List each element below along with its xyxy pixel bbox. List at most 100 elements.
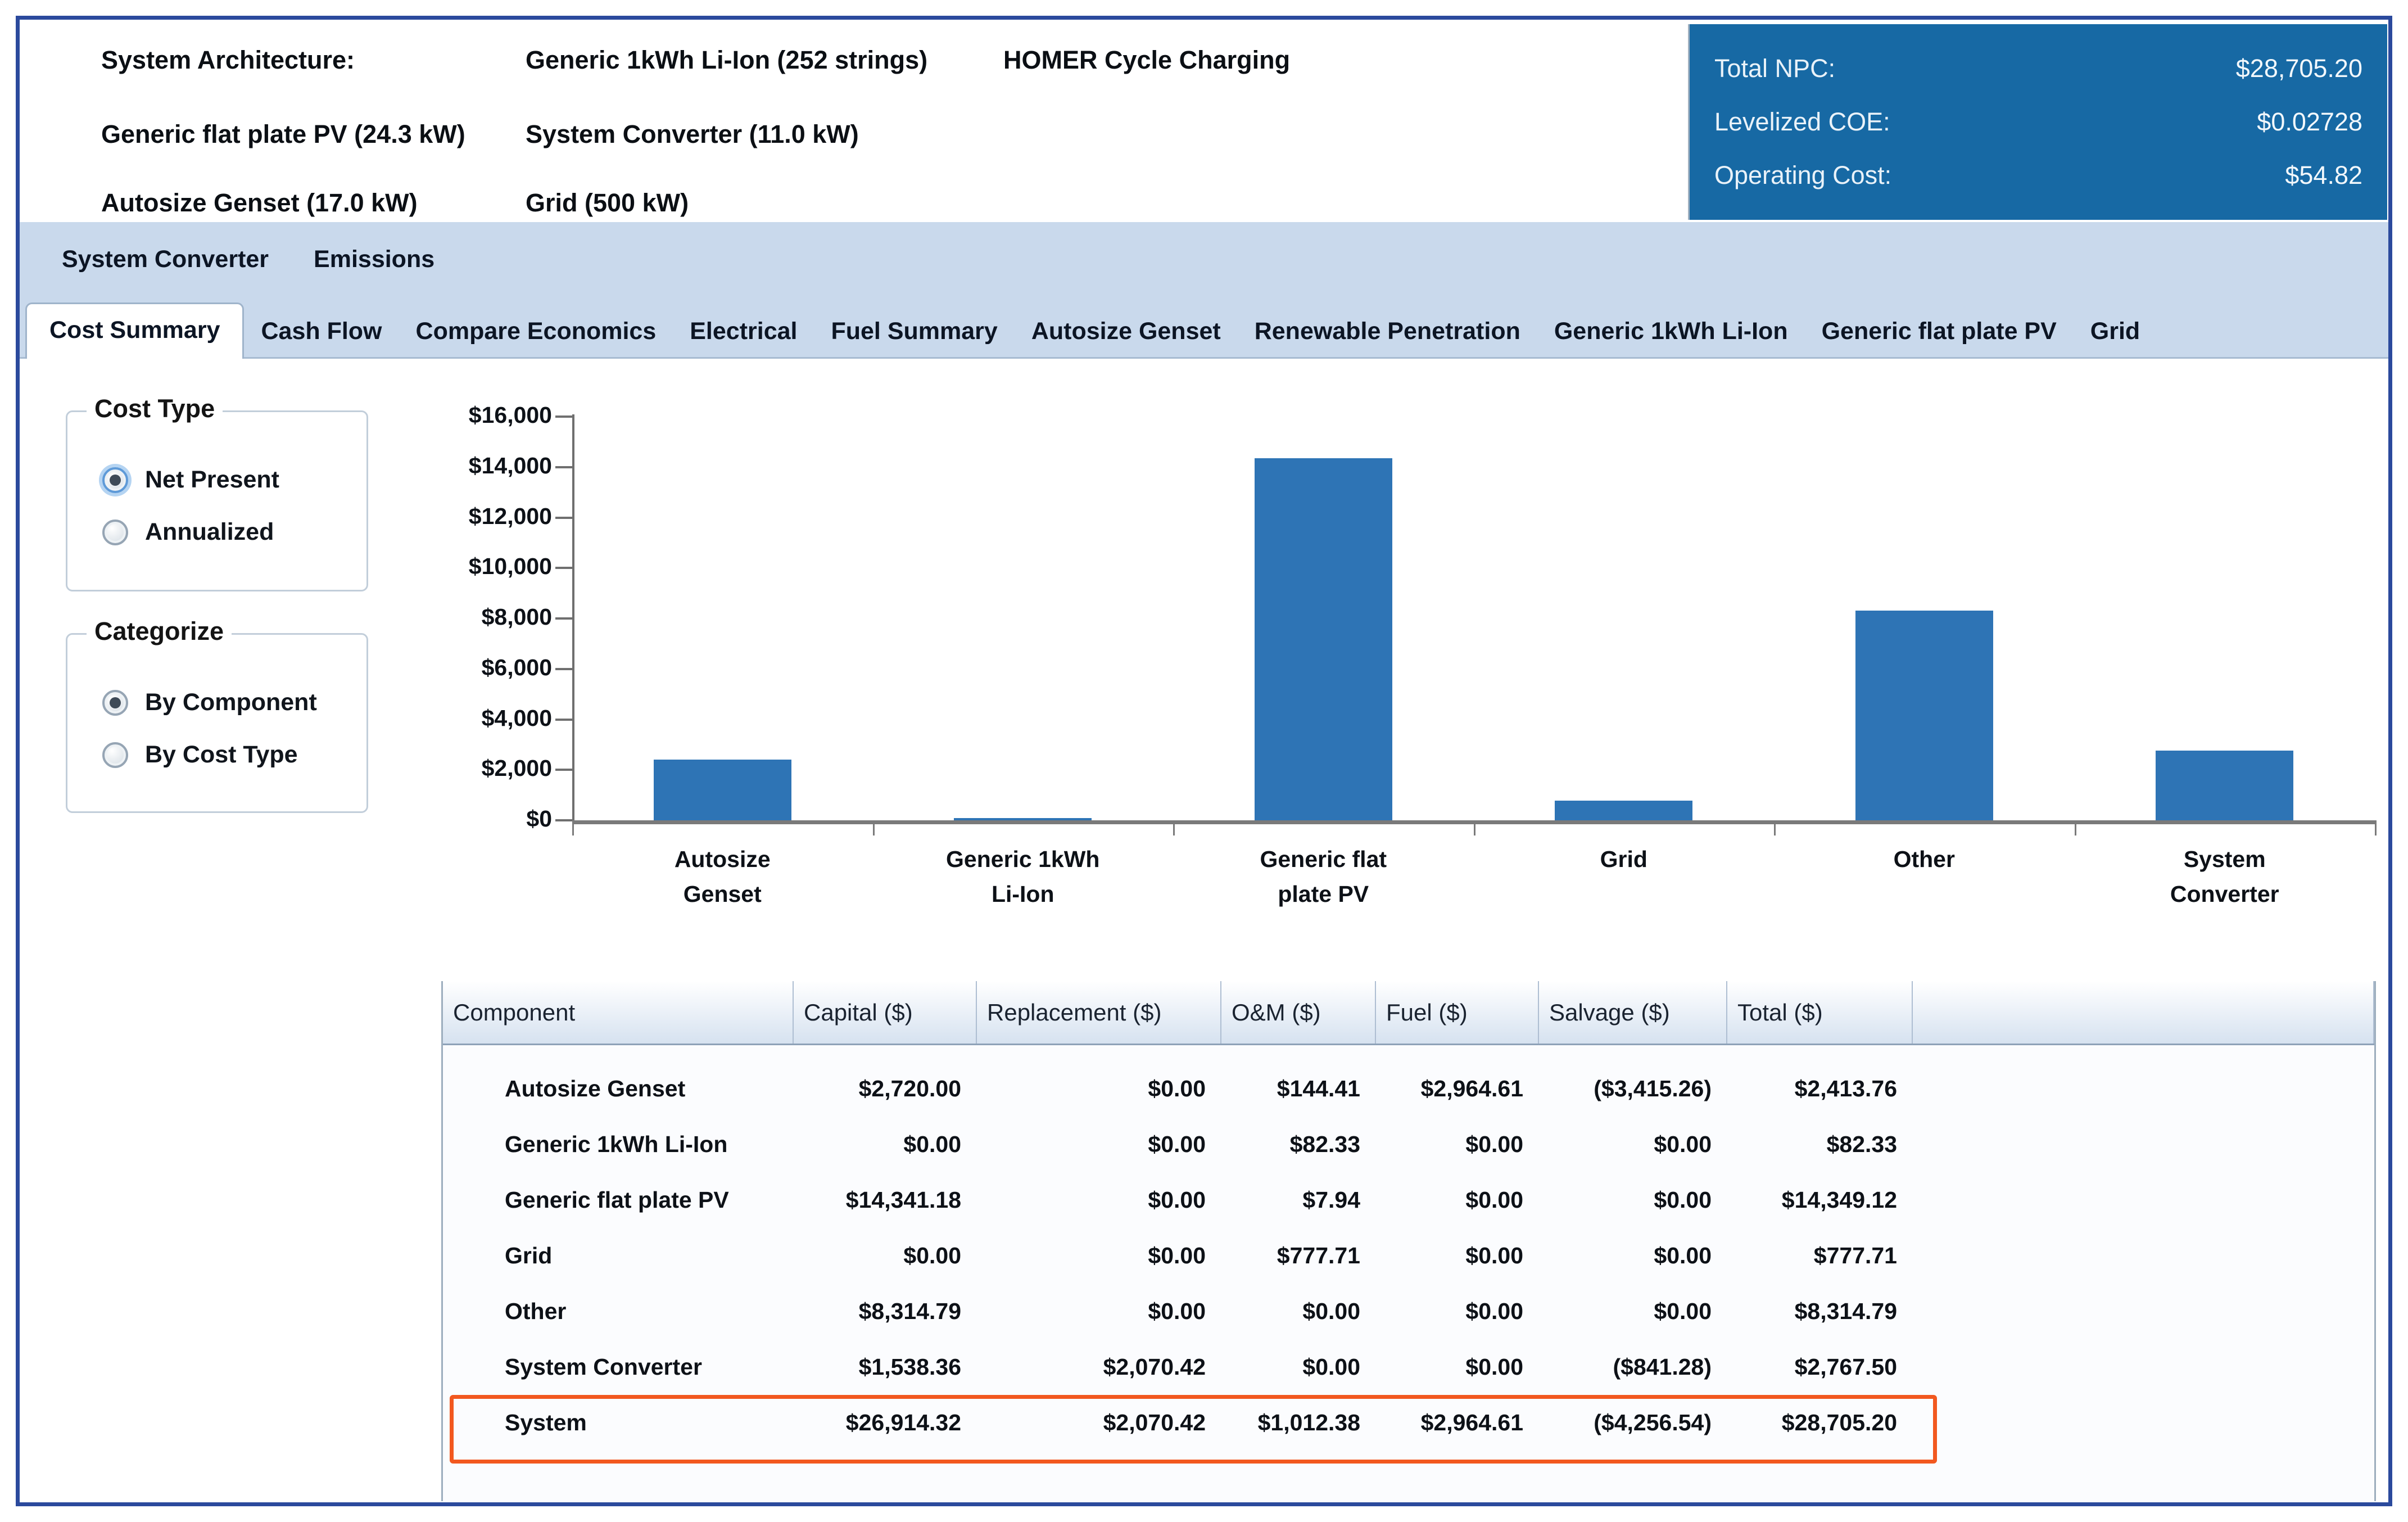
tab-cash-flow[interactable]: Cash Flow xyxy=(244,318,399,359)
table-row-grid[interactable]: Grid$0.00$0.00$777.71$0.00$0.00$777.71 xyxy=(443,1228,2374,1284)
cell-o-m: $777.71 xyxy=(1221,1228,1360,1284)
y-tick-mark xyxy=(555,415,572,418)
net-present-label: Net Present xyxy=(145,466,279,494)
tab-row-1: System Converter Emissions xyxy=(62,246,434,273)
column-header-capital[interactable]: Capital ($) xyxy=(794,981,977,1044)
table-row-other[interactable]: Other$8,314.79$0.00$0.00$0.00$0.00$8,314… xyxy=(443,1284,2374,1339)
component-name: System Converter xyxy=(443,1339,702,1395)
cell-replacement: $0.00 xyxy=(977,1228,1206,1284)
tab-generic-flat-plate-pv[interactable]: Generic flat plate PV xyxy=(1805,318,2074,359)
cell-total: $2,767.50 xyxy=(1727,1339,1897,1395)
column-header-salvage[interactable]: Salvage ($) xyxy=(1539,981,1727,1044)
option-annualized[interactable]: Annualized xyxy=(102,518,279,546)
x-category-label-generic-1kwh-li-ion: Generic 1kWhLi-Ion xyxy=(873,842,1174,911)
tab-system-converter[interactable]: System Converter xyxy=(62,246,269,273)
by-cost-type-radio[interactable] xyxy=(102,742,128,768)
y-tick-mark xyxy=(555,719,572,721)
cell-fuel: $0.00 xyxy=(1376,1339,1523,1395)
y-axis-line xyxy=(572,414,574,823)
architecture-dispatch: HOMER Cycle Charging xyxy=(1003,46,1290,75)
net-present-radio[interactable] xyxy=(102,467,128,493)
tab-autosize-genset[interactable]: Autosize Genset xyxy=(1015,318,1238,359)
cell-replacement: $2,070.42 xyxy=(977,1339,1206,1395)
categorize-group: Categorize By Component By Cost Type xyxy=(66,633,368,813)
tab-grid[interactable]: Grid xyxy=(2074,318,2157,359)
cell-salvage: $0.00 xyxy=(1539,1228,1712,1284)
table-row-autosize-genset[interactable]: Autosize Genset$2,720.00$0.00$144.41$2,9… xyxy=(443,1061,2374,1117)
bar-grid xyxy=(1555,801,1692,820)
x-tick-mark xyxy=(873,824,875,835)
tab-fuel-summary[interactable]: Fuel Summary xyxy=(814,318,1014,359)
bar-other xyxy=(1855,611,1993,820)
tab-renewable-penetration[interactable]: Renewable Penetration xyxy=(1238,318,1537,359)
system-architecture-label: System Architecture: xyxy=(101,46,355,75)
cell-replacement: $0.00 xyxy=(977,1284,1206,1339)
x-tick-mark xyxy=(2075,824,2076,835)
option-net-present[interactable]: Net Present xyxy=(102,466,279,494)
y-tick-mark xyxy=(555,668,572,670)
column-header-o-m[interactable]: O&M ($) xyxy=(1221,981,1376,1044)
tab-generic-1kwh-li-ion[interactable]: Generic 1kWh Li-Ion xyxy=(1537,318,1805,359)
cell-o-m: $82.33 xyxy=(1221,1117,1360,1172)
tab-electrical[interactable]: Electrical xyxy=(673,318,814,359)
component-name: Grid xyxy=(443,1228,552,1284)
cell-salvage: ($3,415.26) xyxy=(1539,1061,1712,1117)
levelized-coe-label: Levelized COE: xyxy=(1714,107,1890,137)
option-by-component[interactable]: By Component xyxy=(102,689,317,716)
column-header-component[interactable]: Component xyxy=(443,981,794,1044)
by-component-radio[interactable] xyxy=(102,690,128,716)
cell-total: $82.33 xyxy=(1727,1117,1897,1172)
cost-table-header: ComponentCapital ($)Replacement ($)O&M (… xyxy=(443,981,2374,1045)
x-category-label-generic-flat-plate-pv: Generic flatplate PV xyxy=(1173,842,1474,911)
cost-type-options: Net Present Annualized xyxy=(102,466,279,546)
architecture-genset: Autosize Genset (17.0 kW) xyxy=(101,188,418,218)
y-tick-label-6-000: $6,000 xyxy=(358,654,552,681)
architecture-grid: Grid (500 kW) xyxy=(526,188,689,218)
levelized-coe-row: Levelized COE: $0.02728 xyxy=(1714,107,2362,137)
tab-cost-summary[interactable]: Cost Summary xyxy=(25,302,244,359)
cell-capital: $0.00 xyxy=(794,1117,961,1172)
bar-generic-flat-plate-pv xyxy=(1255,458,1392,820)
cell-capital: $1,538.36 xyxy=(794,1339,961,1395)
architecture-battery: Generic 1kWh Li-Ion (252 strings) xyxy=(526,46,927,75)
operating-cost-label: Operating Cost: xyxy=(1714,161,1891,190)
column-header-total[interactable]: Total ($) xyxy=(1727,981,1913,1044)
column-header-filler xyxy=(1913,981,2374,1044)
bar-system-converter xyxy=(2156,751,2293,820)
total-npc-row: Total NPC: $28,705.20 xyxy=(1714,54,2362,83)
component-name: Generic 1kWh Li-Ion xyxy=(443,1117,727,1172)
cell-salvage: $0.00 xyxy=(1539,1284,1712,1339)
table-row-generic-1kwh-li-ion[interactable]: Generic 1kWh Li-Ion$0.00$0.00$82.33$0.00… xyxy=(443,1117,2374,1172)
annualized-radio[interactable] xyxy=(102,520,128,545)
component-name: Other xyxy=(443,1284,566,1339)
column-header-fuel[interactable]: Fuel ($) xyxy=(1376,981,1539,1044)
bar-generic-1kwh-li-ion xyxy=(954,818,1092,820)
x-tick-mark xyxy=(2375,824,2377,835)
tab-compare-economics[interactable]: Compare Economics xyxy=(399,318,673,359)
table-row-generic-flat-plate-pv[interactable]: Generic flat plate PV $14,341.18 $0.00 $7.9… xyxy=(443,1172,2374,1228)
cell-salvage: $0.00 xyxy=(1539,1172,1712,1228)
categorize-legend: Categorize xyxy=(87,617,232,646)
x-axis-line xyxy=(572,820,2377,824)
y-tick-mark xyxy=(555,769,572,771)
total-npc-value: $28,705.20 xyxy=(2236,54,2362,83)
component-name: Generic flat plate PV xyxy=(443,1172,729,1228)
cell-o-m: $0.00 xyxy=(1221,1284,1360,1339)
cell-capital: $2,720.00 xyxy=(794,1061,961,1117)
y-tick-mark xyxy=(555,617,572,620)
cell-fuel: $2,964.61 xyxy=(1376,1061,1523,1117)
cell-capital: $14,341.18 xyxy=(794,1172,961,1228)
npc-summary-panel: Total NPC: $28,705.20 Levelized COE: $0.… xyxy=(1688,24,2387,220)
cell-fuel: $0.00 xyxy=(1376,1228,1523,1284)
tab-row-2: Cost SummaryCash FlowCompare EconomicsEl… xyxy=(25,302,2157,359)
tab-emissions[interactable]: Emissions xyxy=(314,246,434,273)
cell-replacement: $0.00 xyxy=(977,1172,1206,1228)
table-row-system-converter[interactable]: System Converter $1,538.36 $2,070.42 $0.00 $… xyxy=(443,1339,2374,1395)
y-tick-label-4-000: $4,000 xyxy=(358,705,552,731)
option-by-cost-type[interactable]: By Cost Type xyxy=(102,741,317,769)
y-tick-label-0: $0 xyxy=(358,806,552,832)
column-header-replacement[interactable]: Replacement ($) xyxy=(977,981,1221,1044)
y-tick-mark xyxy=(555,819,572,821)
cell-o-m: $7.94 xyxy=(1221,1172,1360,1228)
y-tick-label-10-000: $10,000 xyxy=(358,553,552,580)
